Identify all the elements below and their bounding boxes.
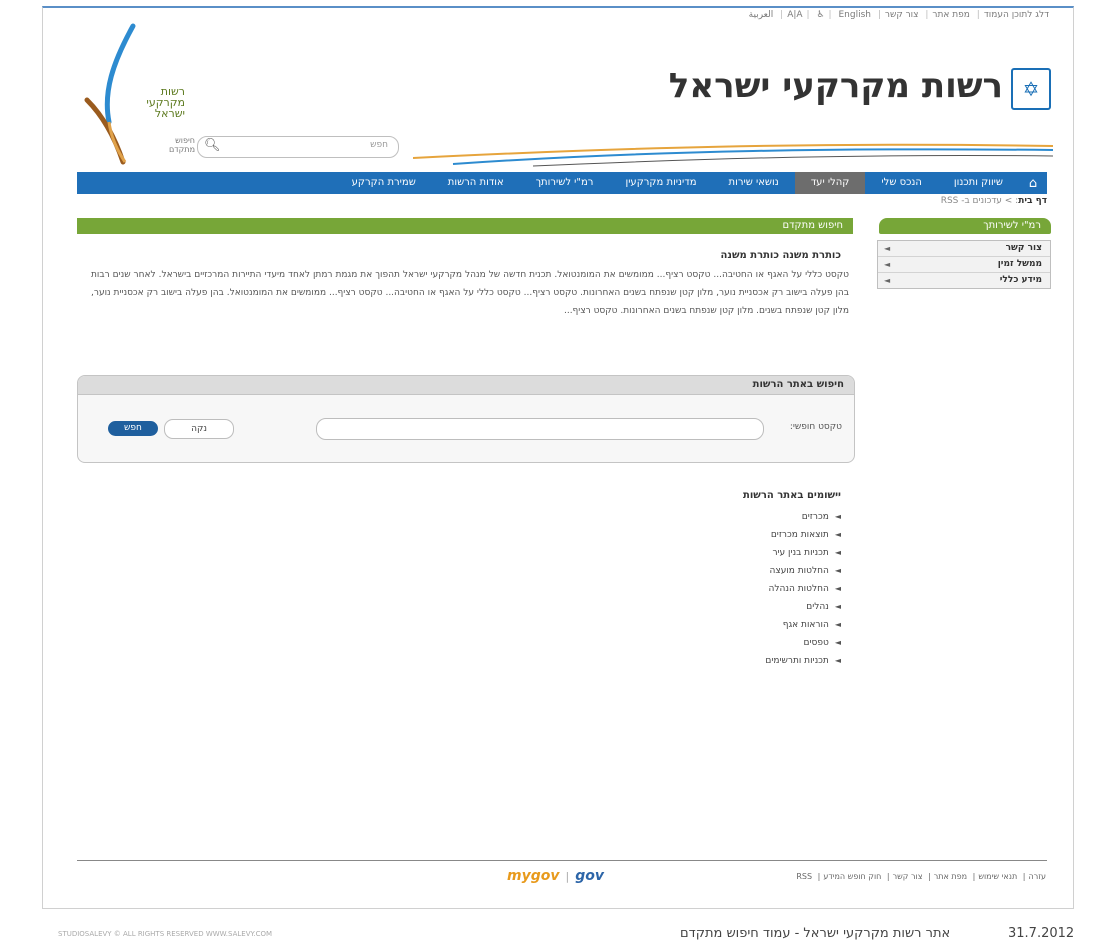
utility-bar: דלג לתוכן העמוד| מפת אתר| צור קשר| A|A | … (748, 10, 1049, 20)
footer-divider (77, 860, 1047, 861)
apps-item-city-plans[interactable]: ◄תכניות בנין עיר (765, 544, 841, 562)
apps-item-directives[interactable]: ◄הוראות אגף (765, 616, 841, 634)
bullet-arrow-icon: ◄ (834, 656, 841, 665)
bullet-arrow-icon: ◄ (834, 620, 841, 629)
nav-item-about[interactable]: אודות הרשות (432, 172, 520, 194)
gov-logos: mygov | gov (507, 868, 604, 884)
arrow-left-icon: ◄ (884, 244, 891, 253)
free-text-input[interactable] (316, 418, 764, 440)
apps-item-council-decisions[interactable]: ◄החלטות מועצה (765, 562, 841, 580)
search-icon[interactable]: 🔍︎ (204, 138, 221, 153)
arrow-left-icon: ◄ (884, 260, 891, 269)
breadcrumb: דף בית: > עדכונים ב- RSS (940, 196, 1047, 206)
intro-paragraph: טקסט כללי על האגף או החטיבה... טקסט רציף… (91, 270, 849, 316)
apps-title: יישומים באתר הרשות (743, 490, 841, 501)
copyright-text: STUDIOSALEVY © ALL RIGHTS RESERVED WWW.S… (58, 930, 273, 938)
nav-item-my-property[interactable]: הנכס שלי (865, 172, 938, 194)
header-swoosh-decoration (413, 143, 1053, 167)
apps-list: ◄מכרזים ◄תוצאות מכרזים ◄תכניות בנין עיר … (765, 508, 841, 670)
search-panel-title: חיפוש באתר הרשות (78, 376, 854, 395)
nav-item-service-topics[interactable]: נושאי שירות (713, 172, 795, 194)
breadcrumb-current: > עדכונים ב- RSS (940, 196, 1013, 206)
page-frame: דלג לתוכן העמוד| מפת אתר| צור קשר| A|A | … (42, 6, 1074, 909)
nav-item-marketing[interactable]: שיווק ותכנון (938, 172, 1019, 194)
apps-item-forms[interactable]: ◄טפסים (765, 634, 841, 652)
accessibility-icon[interactable]: ♿ (816, 10, 824, 20)
bullet-arrow-icon: ◄ (834, 566, 841, 575)
free-text-label: טקסט חופשי: (789, 422, 842, 432)
bullet-arrow-icon: ◄ (834, 638, 841, 647)
advanced-search-link[interactable]: חיפוש מתקדם (155, 136, 195, 154)
apps-item-tender-results[interactable]: ◄תוצאות מכרזים (765, 526, 841, 544)
caption-date: 31.7.2012 (1008, 926, 1075, 941)
skip-to-content-link[interactable]: דלג לתוכן העמוד (984, 10, 1049, 20)
bullet-arrow-icon: ◄ (834, 530, 841, 539)
footer-links: עזרה| תנאי שימוש| מפת אתר| צור קשר| חוק … (796, 872, 1046, 881)
sidebar-item-general-info[interactable]: מידע כללי ◄ (878, 273, 1050, 288)
apps-item-plans-and-maps[interactable]: ◄תכניות ותרשימים (765, 652, 841, 670)
footer-link-foi[interactable]: חוק חופש המידע (823, 872, 881, 881)
sidebar-item-gov-online[interactable]: ממשל זמין ◄ (878, 257, 1050, 273)
footer-link-contact[interactable]: צור קשר (893, 872, 923, 881)
english-link[interactable]: English (838, 10, 871, 20)
logo-text[interactable]: רשות מקרקעי ישראל (125, 86, 185, 119)
apps-item-tenders[interactable]: ◄מכרזים (765, 508, 841, 526)
state-emblem-icon[interactable]: ✡ (1011, 68, 1051, 110)
nav-item-land-preservation[interactable]: שמירת הקרקע (336, 172, 432, 194)
main-nav: ⌂ שיווק ותכנון הנכס שלי קהלי יעד נושאי ש… (77, 172, 1047, 194)
contact-link[interactable]: צור קשר (885, 10, 919, 20)
arabic-link[interactable]: العربية (749, 10, 774, 20)
apps-item-board-decisions[interactable]: ◄החלטות הנהלה (765, 580, 841, 598)
sidebar-title: רמ"י לשירותך (879, 218, 1051, 234)
nav-item-land-policy[interactable]: מדיניות מקרקעין (609, 172, 712, 194)
apps-item-procedures[interactable]: ◄נהלים (765, 598, 841, 616)
page-title: חיפוש מתקדם (77, 218, 853, 234)
footer-link-sitemap[interactable]: מפת אתר (934, 872, 967, 881)
search-button[interactable]: חפש (108, 421, 158, 436)
bullet-arrow-icon: ◄ (834, 584, 841, 593)
page-caption: אתר רשות מקרקעי ישראל - עמוד חיפוש מתקדם (680, 926, 951, 941)
nav-item-at-your-service[interactable]: רמ"י לשירותך (520, 172, 610, 194)
nav-item-audiences[interactable]: קהלי יעד (794, 172, 866, 194)
mygov-logo[interactable]: mygov (507, 868, 559, 884)
section-subtitle: כותרת משנה כותרת משנה (720, 250, 841, 261)
sitemap-link[interactable]: מפת אתר (932, 10, 970, 20)
footer-link-terms[interactable]: תנאי שימוש (978, 872, 1017, 881)
breadcrumb-home-link[interactable]: דף בית (1018, 196, 1047, 206)
bullet-arrow-icon: ◄ (834, 602, 841, 611)
search-placeholder: חפש (370, 140, 388, 150)
arrow-left-icon: ◄ (884, 276, 891, 285)
font-size-toggle[interactable]: A|A (787, 10, 802, 20)
header-search-input[interactable]: 🔍︎ חפש (197, 136, 399, 158)
sidebar-item-contact[interactable]: צור קשר ◄ (878, 241, 1050, 257)
site-title[interactable]: רשות מקרקעי ישראל (669, 66, 1003, 106)
footer-link-rss[interactable]: RSS (796, 872, 812, 881)
bullet-arrow-icon: ◄ (834, 512, 841, 521)
footer-link-help[interactable]: עזרה (1028, 872, 1046, 881)
clear-button[interactable]: נקה (164, 419, 234, 439)
bullet-arrow-icon: ◄ (834, 548, 841, 557)
site-search-panel: חיפוש באתר הרשות טקסט חופשי: נקה חפש (77, 375, 855, 463)
home-icon[interactable]: ⌂ (1019, 176, 1047, 191)
gov-logo[interactable]: gov (575, 868, 604, 884)
sidebar-menu: צור קשר ◄ ממשל זמין ◄ מידע כללי ◄ (877, 240, 1051, 289)
